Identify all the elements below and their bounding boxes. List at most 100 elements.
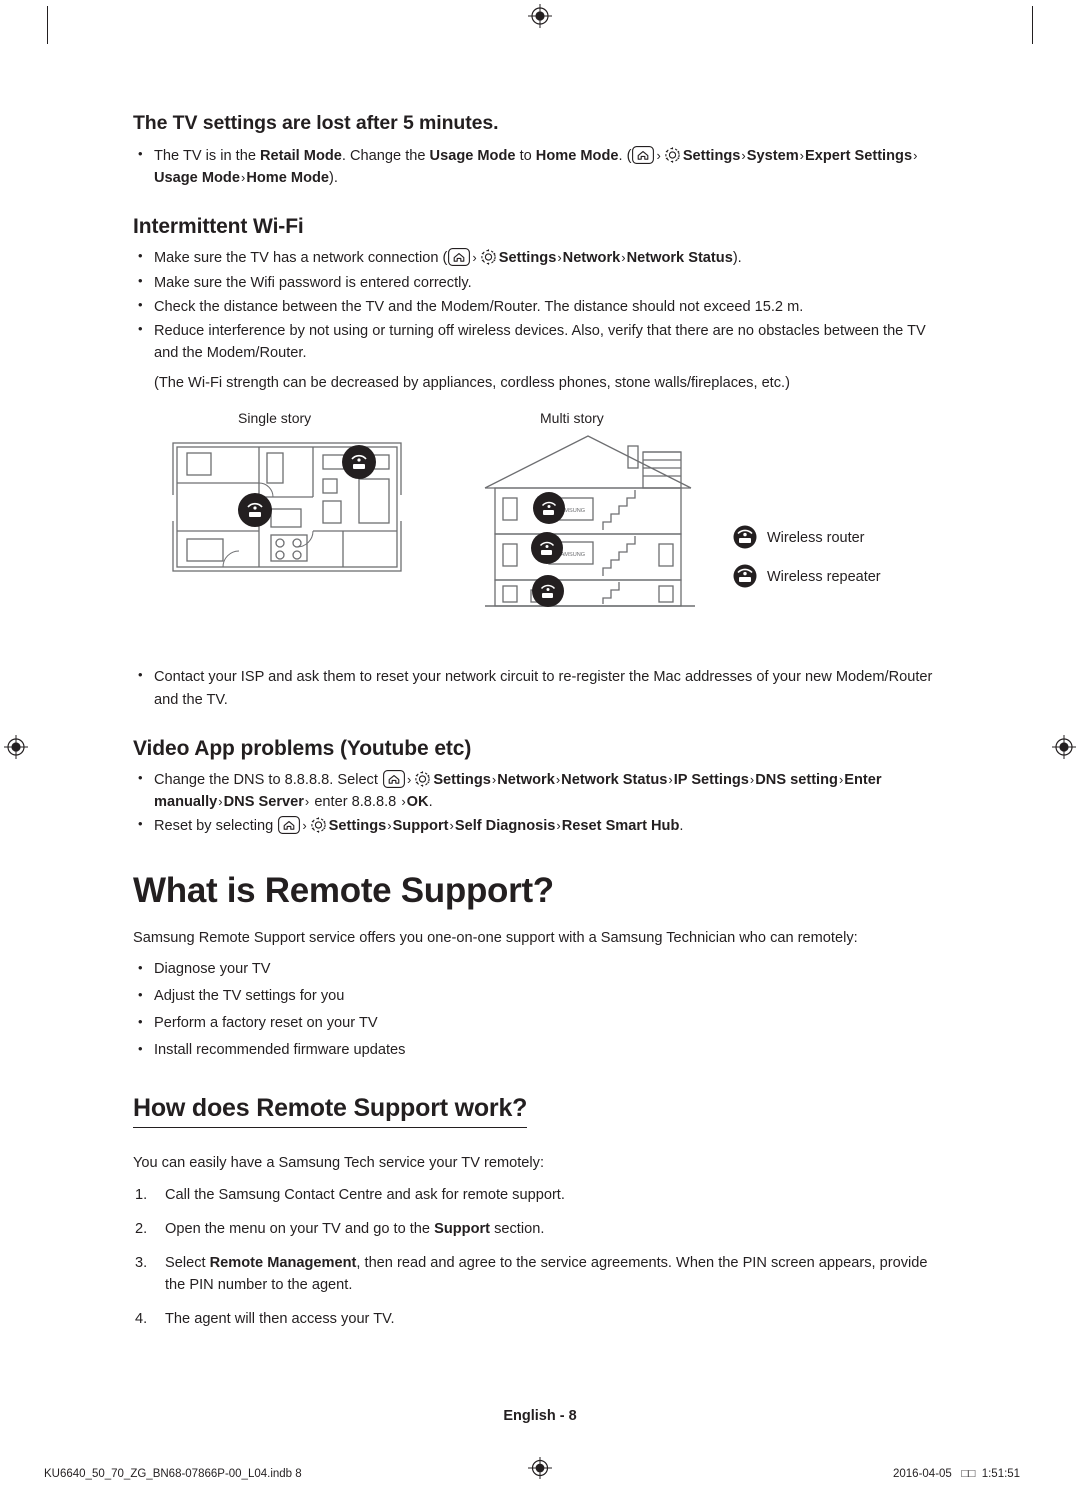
text-settings: Settings [498, 250, 557, 267]
text-network-status: Network Status [626, 250, 733, 267]
text-reset-smart-hub: Reset Smart Hub [561, 818, 680, 835]
text-network: Network [497, 771, 555, 788]
list-item: Install recommended firmware updates [133, 1037, 943, 1064]
footer-filename: KU6640_50_70_ZG_BN68-07866P-00_L04.indb … [44, 1468, 302, 1480]
text-dns-setting: DNS setting [755, 771, 838, 788]
gear-icon [479, 248, 498, 266]
legend-router-icon [733, 525, 757, 549]
list-item: Contact your ISP and ask them to reset y… [133, 665, 943, 710]
multi-story-cutaway: SAMSUNG SAMSUNG [484, 435, 695, 608]
wifi-coverage-figure: Single story Multi story SAMSUNG SAMSUNG… [133, 410, 943, 620]
text-part: Call the Samsung Contact Centre and ask … [165, 1187, 565, 1204]
text-part: ). [732, 250, 742, 267]
heading-what-is-remote-support: What is Remote Support? [133, 871, 554, 911]
text-remote-management: Remote Management [209, 1254, 357, 1271]
list-item: Make sure the TV has a network connectio… [133, 246, 943, 269]
footer-time: 1:51:51 [981, 1468, 1021, 1480]
gear-icon [413, 770, 432, 788]
text-part: . [679, 818, 684, 835]
text-part: section. [490, 1221, 545, 1237]
text-support: Support [392, 818, 449, 835]
text-settings: Settings [682, 148, 741, 164]
list-item: Select Remote Management, then read and … [133, 1252, 943, 1297]
list-remote-support-capabilities: Diagnose your TV Adjust the TV settings … [133, 956, 943, 1064]
legend-label-router: Wireless router [767, 530, 865, 547]
text-usage-mode-2: Usage Mode [154, 170, 240, 187]
text-ok: OK [406, 793, 429, 810]
gear-icon [309, 816, 328, 834]
wifi-strength-note: (The Wi-Fi strength can be decreased by … [154, 375, 790, 392]
how-works-intro: You can easily have a Samsung Tech servi… [133, 1154, 545, 1171]
list-item: Change the DNS to 8.8.8.8. Select › Setti… [133, 768, 943, 813]
registration-mark-right [1052, 735, 1076, 759]
text-part: . [428, 793, 433, 810]
chevron-separator: › [472, 250, 477, 266]
text-part: Make sure the TV has a network connectio… [154, 250, 448, 267]
text-expert-settings: Expert Settings [805, 148, 913, 164]
caption-multi-story: Multi story [540, 410, 604, 427]
page-footer-language: English - 8 [503, 1408, 577, 1424]
text-support: Support [434, 1221, 491, 1237]
text-dns-server: DNS Server [223, 793, 304, 810]
chevron-separator: › [913, 148, 918, 163]
caption-single-story: Single story [238, 410, 312, 427]
text-part: . Change the [341, 148, 430, 164]
single-story-floorplan [171, 442, 403, 573]
list-item: Perform a factory reset on your TV [133, 1010, 943, 1037]
home-icon [632, 146, 655, 164]
text-part: . ( [618, 148, 632, 164]
text-network: Network [562, 250, 621, 267]
home-icon [383, 769, 405, 788]
footer-date: 2016-04-05 [893, 1468, 952, 1480]
heading-video-app-problems: Video App problems (Youtube etc) [133, 736, 472, 760]
list-item: Diagnose your TV [133, 956, 943, 983]
text-self-diagnosis: Self Diagnosis [454, 818, 556, 835]
legend-repeater-icon [733, 564, 757, 588]
chevron-separator: › [406, 771, 412, 787]
text-retail-mode: Retail Mode [260, 148, 342, 164]
heading-tv-settings-lost: The TV settings are lost after 5 minutes… [133, 112, 499, 134]
crop-mark-left [47, 6, 48, 44]
wireless-repeater-marker [342, 445, 376, 480]
legend-label-repeater: Wireless repeater [767, 569, 881, 586]
list-item: Reduce interference by not using or turn… [133, 319, 943, 364]
text-part: Open the menu on your TV and go to the [165, 1221, 435, 1237]
text-system: System [746, 148, 799, 164]
text-usage-mode: Usage Mode [429, 148, 516, 164]
gear-icon [663, 146, 682, 164]
text-part: ). [329, 170, 338, 187]
text-part: The agent will then access your TV. [165, 1310, 395, 1327]
text-ip-settings: IP Settings [673, 771, 749, 788]
chevron-separator: › [302, 818, 307, 834]
list-video-app: Change the DNS to 8.8.8.8. Select › Setti… [133, 768, 943, 838]
list-item: Call the Samsung Contact Centre and ask … [133, 1184, 943, 1207]
list-remote-support-steps: Call the Samsung Contact Centre and ask … [133, 1184, 943, 1330]
heading-how-remote-support-works: How does Remote Support work? [133, 1094, 527, 1128]
wireless-router-marker [238, 493, 272, 528]
chevron-separator: › [656, 148, 661, 163]
text-network-status: Network Status [561, 771, 668, 788]
text-part: Change the DNS to 8.8.8.8. Select [154, 771, 382, 788]
heading-intermittent-wifi: Intermittent Wi-Fi [133, 215, 304, 239]
document-content: The TV settings are lost after 5 minutes… [133, 112, 943, 1341]
list-item: Make sure the Wifi password is entered c… [133, 271, 943, 294]
footer-date-time: 2016-04-05 □□ 1:51:51 [893, 1468, 1021, 1480]
list-item: The agent will then access your TV. [133, 1308, 943, 1331]
registration-mark-top [528, 4, 552, 28]
text-part: to [515, 148, 536, 164]
registration-mark-left [4, 735, 28, 759]
text-home-mode-2: Home Mode [246, 170, 330, 187]
list-item: Adjust the TV settings for you [133, 983, 943, 1010]
home-icon [448, 248, 471, 267]
text-part: The TV is in the [154, 148, 260, 164]
list-item: Check the distance between the TV and th… [133, 295, 943, 318]
list-item: The TV is in the Retail Mode. Change the… [133, 144, 943, 189]
registration-mark-bottom [528, 1457, 552, 1479]
list-wifi: Make sure the TV has a network connectio… [133, 246, 943, 364]
home-icon [278, 816, 301, 835]
list-tv-settings: The TV is in the Retail Mode. Change the… [133, 144, 943, 189]
list-item: Open the menu on your TV and go to the S… [133, 1218, 943, 1241]
text-part: Reset by selecting [154, 818, 278, 835]
text-part: Select [165, 1254, 210, 1271]
text-settings: Settings [433, 771, 491, 788]
